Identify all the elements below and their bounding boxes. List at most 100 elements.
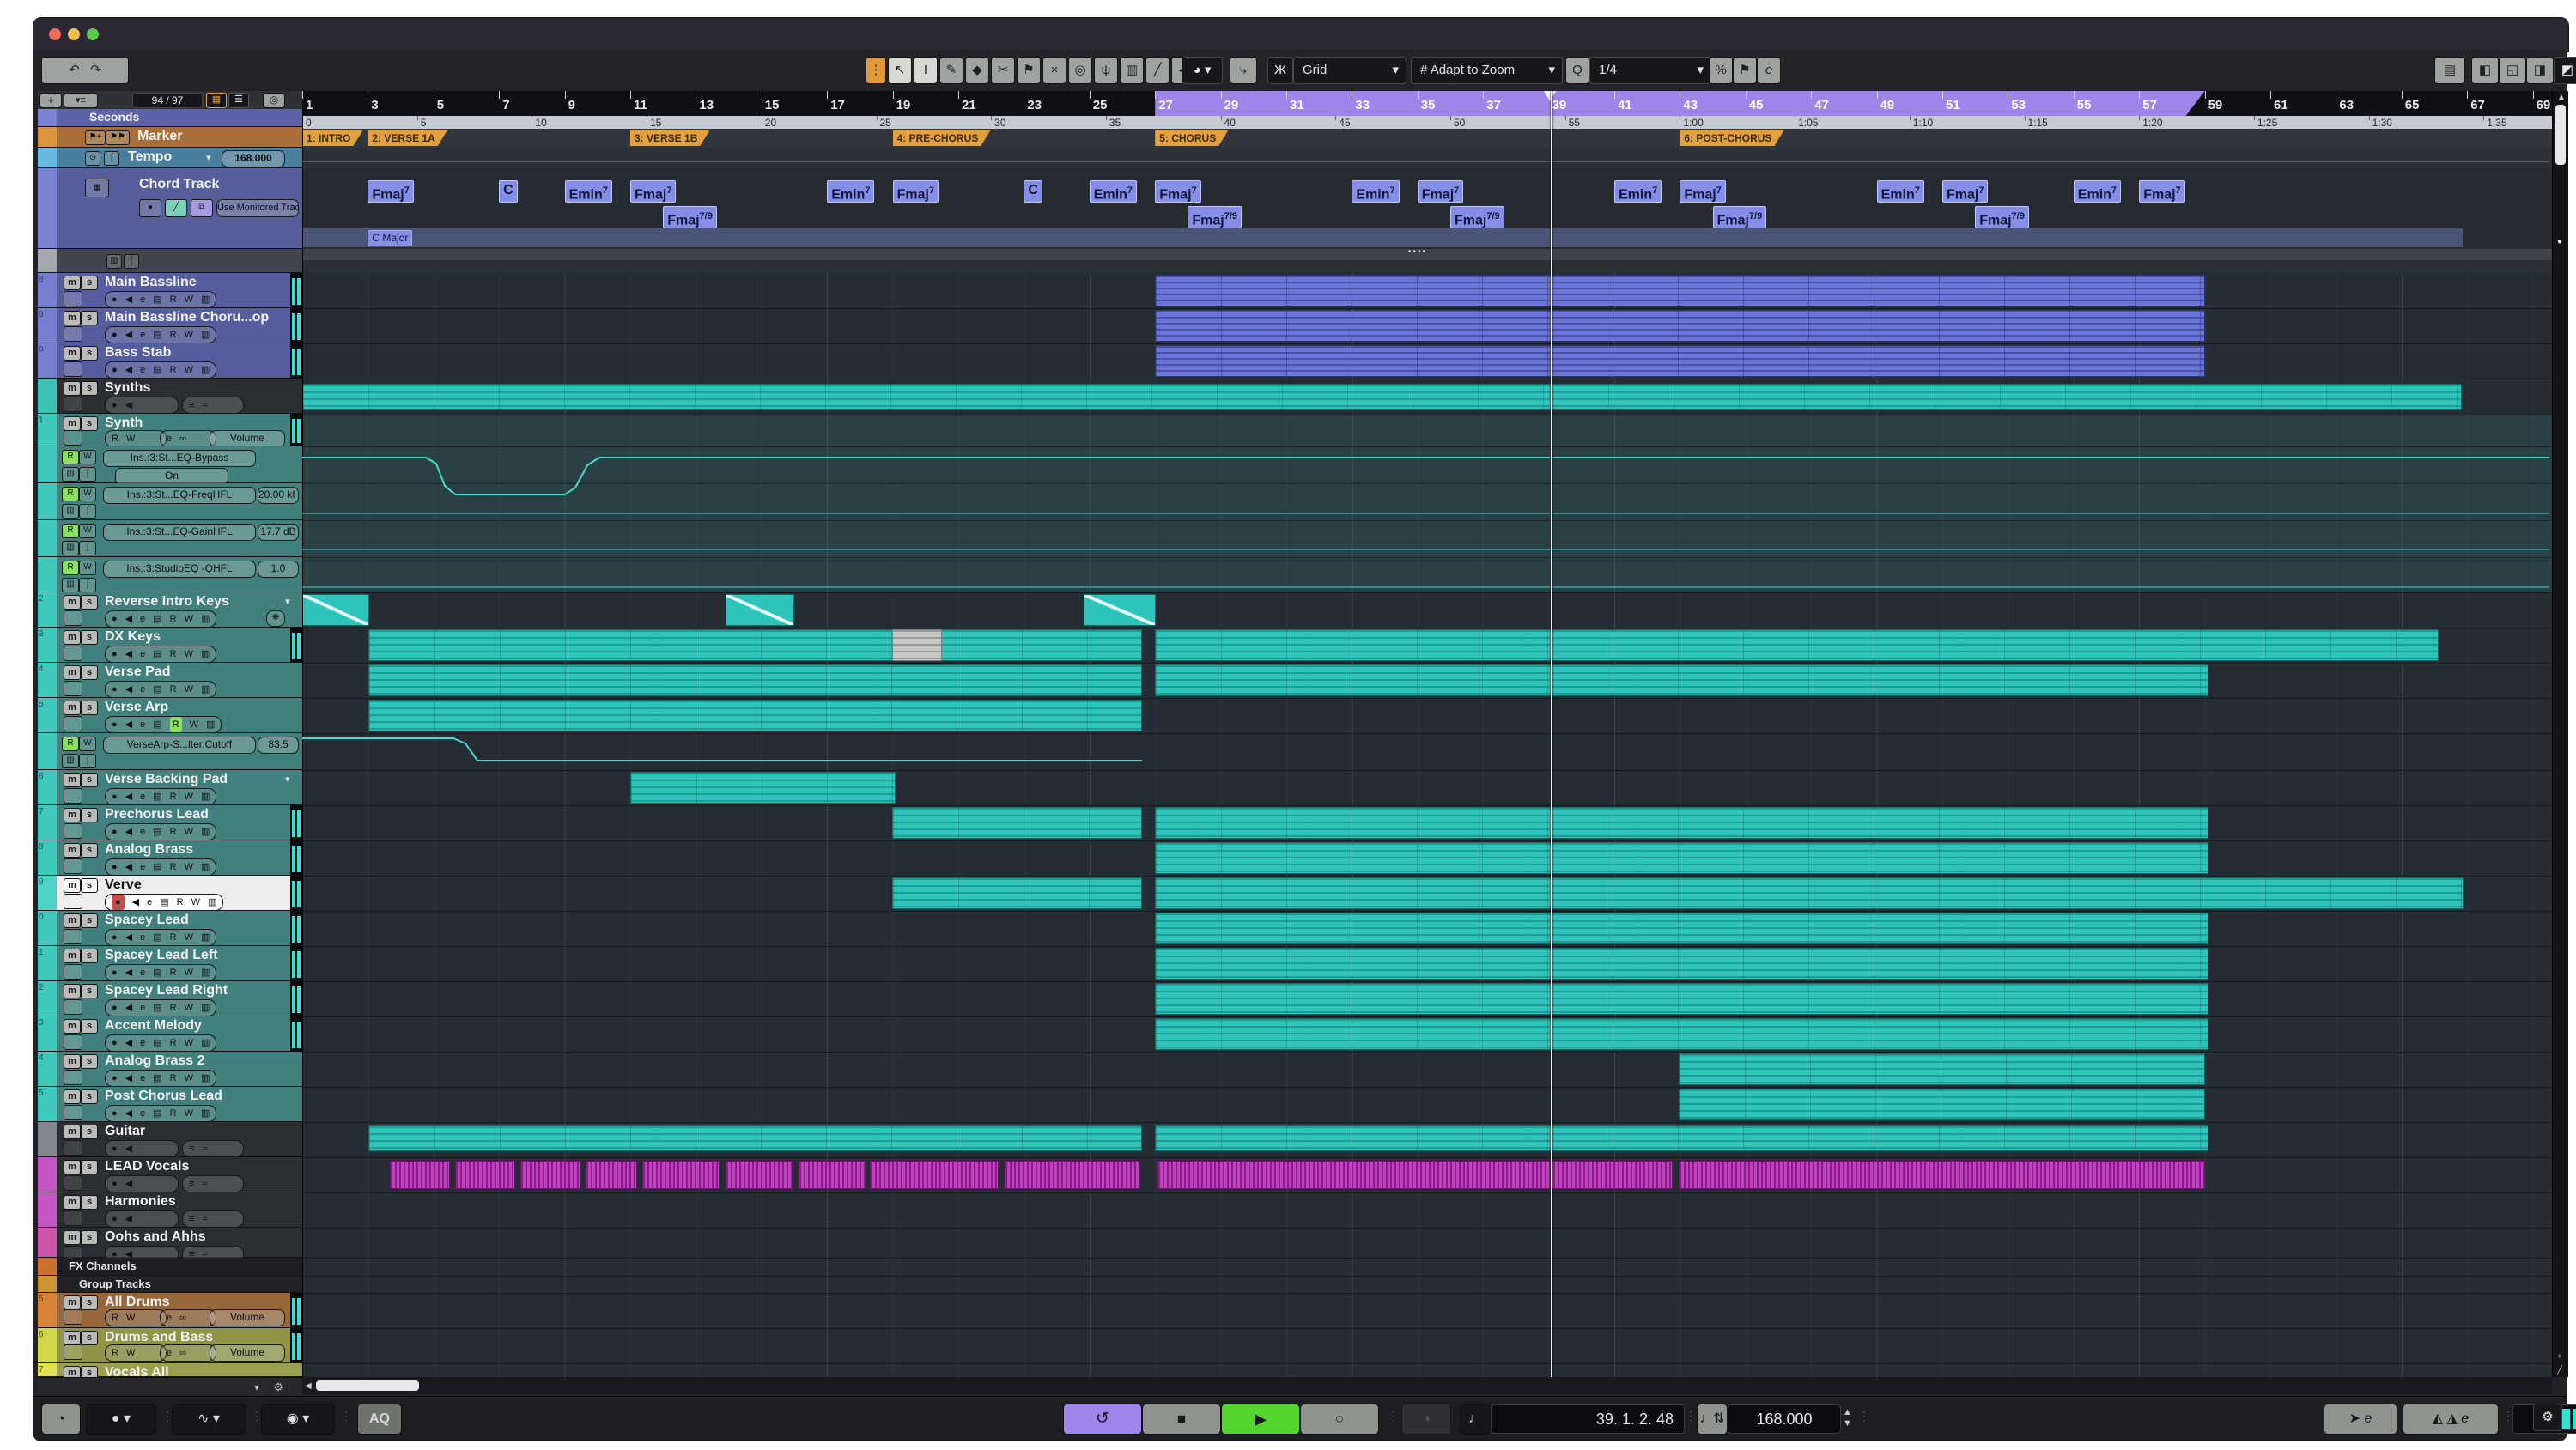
marker-flag[interactable]: 2: VERSE 1A — [368, 130, 447, 146]
instrument-icon[interactable]: ▤ — [153, 292, 161, 307]
automation-value-button[interactable]: On — [115, 468, 228, 485]
tempo-lock-button[interactable]: ⌠ — [104, 151, 119, 166]
volume-parameter-button[interactable]: Volume — [210, 430, 285, 447]
automation-parameter-button[interactable]: Ins.:3:St...EQ-GainHFL — [103, 524, 256, 541]
automation-parameter-button[interactable]: Ins.:3:St...EQ-FreqHFL — [103, 487, 256, 504]
transport-position-display[interactable]: 39. 1. 2. 48 — [1491, 1404, 1685, 1434]
comp-tool[interactable]: ▥ — [1120, 57, 1144, 84]
chord-event[interactable]: Fmaj7/9 — [1450, 206, 1504, 228]
mute-button[interactable]: m — [64, 416, 81, 431]
read-automation-icon[interactable]: R — [170, 362, 177, 378]
track-row-bass-stab[interactable]: 0msBass Stab●◀e▤RW▥ — [38, 343, 302, 379]
record-enable-icon[interactable]: ● — [112, 682, 118, 697]
track-row-versearp-s-lter-cutoff[interactable]: RW▥⌠VerseArp-S...lter.Cutoff83.5 — [38, 733, 302, 770]
range-selection-tool[interactable]: I — [914, 57, 938, 84]
monitor-icon[interactable]: ◀ — [125, 1071, 132, 1086]
audio-activity-dropdown[interactable]: ∿ ▾ — [172, 1404, 246, 1435]
record-enable-icon[interactable]: ● — [112, 1071, 118, 1086]
edit-channel-icon[interactable]: e — [140, 327, 145, 343]
automation-value-button[interactable]: 20.00 kHz — [258, 487, 299, 504]
iterative-quantize-button[interactable]: % — [1709, 57, 1733, 84]
solo-button[interactable]: s — [81, 1195, 98, 1210]
tempo-spinner[interactable]: ▲▼ — [1843, 1407, 1852, 1429]
record-enable-icon[interactable]: ● — [112, 824, 118, 840]
instrument-icon[interactable]: ▤ — [153, 611, 161, 627]
quantize-dropdown[interactable]: 1/4▾ — [1589, 57, 1711, 84]
mute-button[interactable]: m — [64, 1089, 81, 1104]
lane-display-icon[interactable]: ▥ — [201, 930, 210, 945]
split-tool[interactable]: ✂ — [991, 57, 1015, 84]
instrument-icon[interactable]: ▤ — [153, 1106, 161, 1121]
chevron-down-icon[interactable]: ▾ — [285, 596, 290, 607]
write-automation-icon[interactable]: W — [185, 646, 193, 662]
tempo-activate-button[interactable]: ⊙ — [85, 151, 100, 166]
write-automation-icon[interactable]: W — [185, 824, 193, 840]
main-bassline-chorus-part[interactable] — [1155, 310, 2205, 342]
write-automation-icon[interactable]: W — [126, 431, 135, 446]
automation-read-button[interactable]: R — [62, 487, 79, 501]
record-enable-icon[interactable]: ● — [112, 895, 125, 910]
zoom-in-icon[interactable]: + — [2557, 1352, 2562, 1362]
edit-channel-icon[interactable]: e — [140, 682, 145, 697]
group-editing-icon[interactable]: ≡ — [189, 397, 194, 413]
titlebar[interactable] — [33, 17, 2569, 52]
track-row-seconds[interactable]: Seconds — [38, 109, 302, 127]
stop-button[interactable]: ■ — [1142, 1404, 1221, 1435]
monitor-icon[interactable]: ◀ — [125, 859, 132, 875]
phase-icon[interactable]: ≈ — [202, 397, 207, 413]
monitor-icon[interactable]: ◀ — [125, 682, 132, 697]
mute-button[interactable]: m — [64, 665, 81, 680]
chevron-down-icon[interactable]: ▾ — [206, 152, 211, 163]
track-row-chord-track[interactable]: ▦Chord Track●╱⧉Use Monitored Trac — [38, 168, 302, 249]
lead-vocals-part[interactable] — [520, 1161, 580, 1189]
read-automation-icon[interactable]: R — [170, 859, 177, 875]
verse-arp-part[interactable] — [368, 700, 1142, 731]
find-track-icon[interactable]: ◎ — [263, 93, 285, 108]
mute-button[interactable]: m — [64, 913, 81, 928]
arranger-group[interactable]: ➤ e — [2324, 1404, 2397, 1435]
track-row-verse-arp[interactable]: 5msVerse Arp●◀e▤RW▥ — [38, 698, 302, 733]
track-row-synth[interactable]: 1msSynthRWe∞Volume — [38, 414, 302, 446]
quantize-icon[interactable]: Q — [1565, 57, 1589, 84]
keys-toggle-icon[interactable]: ▦ — [206, 93, 227, 108]
spacey-lead-right-part[interactable] — [1155, 983, 2208, 1015]
read-automation-icon[interactable]: R — [170, 292, 177, 307]
mute-button[interactable]: m — [64, 1160, 81, 1174]
track-row-fx-channels[interactable]: FX Channels — [38, 1258, 302, 1276]
chord-event[interactable]: Emin7 — [827, 180, 874, 203]
glue-tool[interactable]: ⚑ — [1017, 57, 1041, 84]
mute-button[interactable]: m — [64, 1125, 81, 1139]
expand-tracks-icon[interactable]: ▾ — [254, 1381, 259, 1393]
monitor-icon[interactable]: ◀ — [125, 930, 132, 945]
edit-channel-icon[interactable]: e — [147, 895, 152, 910]
vertical-scrollbar[interactable]: ▲ ● + ╱ — [2552, 91, 2568, 1377]
mute-button[interactable]: m — [64, 346, 81, 361]
mute-button[interactable]: m — [64, 1295, 81, 1310]
solo-button[interactable]: s — [81, 665, 98, 680]
track-row-ins-3-studioeq-qhfl[interactable]: RW▥⌠Ins.:3:StudioEQ -QHFL1.0 — [38, 557, 302, 592]
read-automation-icon[interactable]: R — [112, 1345, 118, 1361]
add-marker-button[interactable]: ⚑+ — [85, 130, 106, 145]
window-layout-setup-button[interactable]: ◩ — [2554, 57, 2576, 84]
solo-button[interactable]: s — [81, 1230, 98, 1245]
marker-flag[interactable]: 6: POST-CHORUS — [1680, 130, 1783, 146]
solo-button[interactable]: s — [81, 949, 98, 963]
edit-button[interactable]: e — [1757, 57, 1781, 84]
track-row-prechorus-lead[interactable]: 7msPrechorus Lead●◀e▤RW▥ — [38, 805, 302, 840]
monitor-icon[interactable]: ◀ — [125, 965, 132, 980]
track-row-marker[interactable]: ⚑+⚑⚑Marker — [38, 127, 302, 148]
time-format-icon[interactable]: ♩ — [1460, 1404, 1491, 1435]
hand-tool[interactable]: ψ — [1094, 57, 1118, 84]
monitor-icon[interactable]: ◀ — [125, 397, 132, 413]
scroll-left-icon[interactable]: ◀ — [305, 1381, 312, 1391]
transport-settings-gear[interactable]: ⚙ — [2533, 1404, 2562, 1431]
lane-display-icon[interactable]: ▥ — [201, 965, 210, 980]
right-zone-toggle[interactable]: ◨ — [2526, 57, 2554, 84]
chord-event[interactable]: Fmaj7/9 — [1188, 206, 1242, 228]
lane-display-icon[interactable]: ▥ — [201, 824, 210, 840]
record-enable-icon[interactable]: ● — [112, 1141, 118, 1156]
mute-button[interactable]: m — [64, 630, 81, 645]
spacey-lead-left-part[interactable] — [1155, 948, 2208, 980]
lead-vocals-part[interactable] — [1157, 1161, 1673, 1189]
track-row-verse-pad[interactable]: 4msVerse Pad●◀e▤RW▥ — [38, 663, 302, 698]
